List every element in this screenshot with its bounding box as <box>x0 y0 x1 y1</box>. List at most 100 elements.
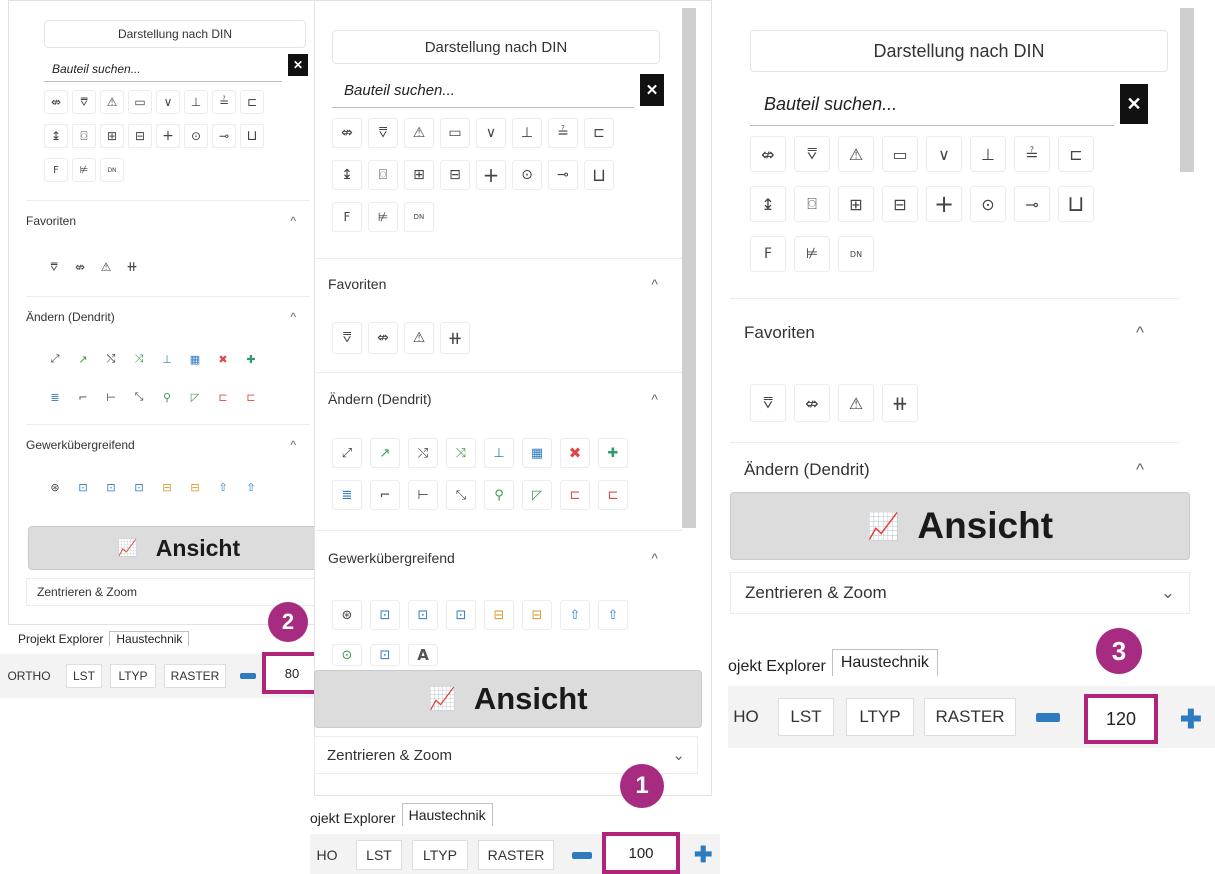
din-symbol-icon[interactable]: ↨ <box>332 160 362 190</box>
lst-button[interactable]: LST <box>778 698 834 736</box>
din-symbol-icon[interactable]: ⌼ <box>794 186 830 222</box>
dendrit-tool-icon[interactable]: ⤨ <box>128 348 150 370</box>
din-display-button[interactable]: Darstellung nach DIN <box>44 20 306 48</box>
din-symbol-icon[interactable]: ⊔ <box>584 160 614 190</box>
trade-tool-icon[interactable]: ⊡ <box>72 476 94 498</box>
din-symbol-icon[interactable]: ⇎ <box>750 136 786 172</box>
din-symbol-icon[interactable]: ⊭ <box>794 236 830 272</box>
dendrit-tool-icon[interactable]: ⊢ <box>100 386 122 408</box>
din-symbol-icon[interactable]: ⚠ <box>100 90 124 114</box>
trade-tool-icon[interactable]: ⇧ <box>212 476 234 498</box>
vertical-scrollbar[interactable] <box>1180 8 1194 172</box>
din-display-button[interactable]: Darstellung nach DIN <box>750 30 1168 72</box>
din-symbol-icon[interactable]: DN <box>100 158 124 182</box>
favorite-symbol-icon[interactable]: ⚠ <box>96 256 116 278</box>
trade-tool-icon[interactable]: A <box>408 644 438 666</box>
dendrit-tool-icon[interactable]: ✚ <box>240 348 262 370</box>
clear-search-button[interactable]: ✕ <box>640 74 664 106</box>
dendrit-tool-icon[interactable]: ↗ <box>370 438 400 468</box>
din-symbol-icon[interactable]: ⊟ <box>882 186 918 222</box>
dendrit-tool-icon[interactable]: ✖ <box>560 438 590 468</box>
din-symbol-icon[interactable]: ⊟ <box>440 160 470 190</box>
dendrit-tool-icon[interactable]: ≣ <box>44 386 66 408</box>
section-favoriten[interactable]: Favoriten ^ <box>26 200 310 240</box>
dendrit-tool-icon[interactable]: ✚ <box>598 438 628 468</box>
din-symbol-icon[interactable]: ⊞ <box>100 124 124 148</box>
raster-button[interactable]: RASTER <box>924 698 1016 736</box>
din-symbol-icon[interactable]: ⚠ <box>838 136 874 172</box>
din-symbol-icon[interactable]: ⊥ <box>184 90 208 114</box>
din-symbol-icon[interactable]: ≟ <box>548 118 578 148</box>
section-aendern[interactable]: Ändern (Dendrit) ^ <box>26 296 310 336</box>
trade-tool-icon[interactable]: ⊡ <box>128 476 150 498</box>
trade-tool-icon[interactable]: ⊙ <box>332 644 362 666</box>
din-symbol-icon[interactable]: ≟ <box>212 90 236 114</box>
dendrit-tool-icon[interactable]: ⊥ <box>156 348 178 370</box>
din-symbol-icon[interactable]: ⊔ <box>240 124 264 148</box>
section-gewerk[interactable]: Gewerkübergreifend ^ <box>26 424 310 464</box>
trade-tool-icon[interactable]: ⇧ <box>598 600 628 630</box>
clear-search-button[interactable]: ✕ <box>1120 84 1148 124</box>
dendrit-tool-icon[interactable]: ⌐ <box>370 480 400 510</box>
favorite-symbol-icon[interactable]: ⚠ <box>404 322 434 354</box>
raster-button[interactable]: RASTER <box>478 840 554 870</box>
dendrit-tool-icon[interactable]: ⤢ <box>44 348 66 370</box>
favorite-symbol-icon[interactable]: ⩢ <box>332 322 362 354</box>
section-aendern[interactable]: Ändern (Dendrit) ^ <box>314 372 682 424</box>
dendrit-tool-icon[interactable]: ⤨ <box>446 438 476 468</box>
trade-tool-icon[interactable]: ⊟ <box>156 476 178 498</box>
din-symbol-icon[interactable]: ⩢ <box>72 90 96 114</box>
favorite-symbol-icon[interactable]: ⩢ <box>750 384 786 422</box>
ortho-button[interactable]: HO <box>728 698 764 736</box>
trade-tool-icon[interactable]: ⊡ <box>408 600 438 630</box>
dendrit-tool-icon[interactable]: ◸ <box>184 386 206 408</box>
din-symbol-icon[interactable]: ⊏ <box>240 90 264 114</box>
tab-projekt-explorer[interactable]: Projekt Explorer <box>12 632 109 646</box>
zoom-out-icon[interactable] <box>1036 713 1060 722</box>
dendrit-tool-icon[interactable]: ⚲ <box>484 480 514 510</box>
component-search-input[interactable]: Bauteil suchen... <box>44 56 282 82</box>
din-symbol-icon[interactable]: F <box>332 202 362 232</box>
din-symbol-icon[interactable]: ▭ <box>440 118 470 148</box>
zoom-value-field[interactable]: 100 <box>602 832 680 874</box>
din-symbol-icon[interactable]: ⊙ <box>512 160 542 190</box>
favorite-symbol-icon[interactable]: ⧺ <box>882 384 918 422</box>
favorite-symbol-icon[interactable]: ⧺ <box>440 322 470 354</box>
favorite-symbol-icon[interactable]: ⇎ <box>368 322 398 354</box>
din-symbol-icon[interactable]: ⊞ <box>404 160 434 190</box>
din-symbol-icon[interactable]: ⊏ <box>584 118 614 148</box>
trade-tool-icon[interactable]: ⊟ <box>522 600 552 630</box>
dendrit-tool-icon[interactable]: ⤢ <box>332 438 362 468</box>
trade-tool-icon[interactable]: ⊟ <box>184 476 206 498</box>
dendrit-tool-icon[interactable]: ▦ <box>184 348 206 370</box>
ltyp-button[interactable]: LTYP <box>846 698 914 736</box>
section-favoriten[interactable]: Favoriten ^ <box>314 258 682 308</box>
din-symbol-icon[interactable]: F <box>750 236 786 272</box>
din-symbol-icon[interactable]: ⊸ <box>1014 186 1050 222</box>
trade-tool-icon[interactable]: ⊛ <box>44 476 66 498</box>
din-symbol-icon[interactable]: ⌼ <box>368 160 398 190</box>
clear-search-button[interactable]: ✕ <box>288 54 308 76</box>
din-symbol-icon[interactable]: ∨ <box>156 90 180 114</box>
dendrit-tool-icon[interactable]: ✖ <box>212 348 234 370</box>
din-symbol-icon[interactable]: ▭ <box>882 136 918 172</box>
raster-button[interactable]: RASTER <box>164 664 226 688</box>
ltyp-button[interactable]: LTYP <box>110 664 156 688</box>
favorite-symbol-icon[interactable]: ⩢ <box>44 256 64 278</box>
ansicht-button[interactable]: 📈 Ansicht <box>28 526 330 570</box>
dendrit-tool-icon[interactable]: ≣ <box>332 480 362 510</box>
din-symbol-icon[interactable]: ↨ <box>44 124 68 148</box>
dendrit-tool-icon[interactable]: ⚲ <box>156 386 178 408</box>
trade-tool-icon[interactable]: ⇧ <box>240 476 262 498</box>
dendrit-tool-icon[interactable]: ⊏ <box>212 386 234 408</box>
zoom-value-field[interactable]: 120 <box>1084 694 1158 744</box>
din-symbol-icon[interactable]: + <box>156 124 180 148</box>
din-symbol-icon[interactable]: ⊸ <box>212 124 236 148</box>
vertical-scrollbar[interactable] <box>682 8 696 528</box>
din-symbol-icon[interactable]: ≟ <box>1014 136 1050 172</box>
din-symbol-icon[interactable]: DN <box>838 236 874 272</box>
dendrit-tool-icon[interactable]: ↗ <box>72 348 94 370</box>
section-favoriten[interactable]: Favoriten ^ <box>730 298 1180 366</box>
din-symbol-icon[interactable]: ⇎ <box>44 90 68 114</box>
tab-haustechnik[interactable]: Haustechnik <box>401 803 493 826</box>
